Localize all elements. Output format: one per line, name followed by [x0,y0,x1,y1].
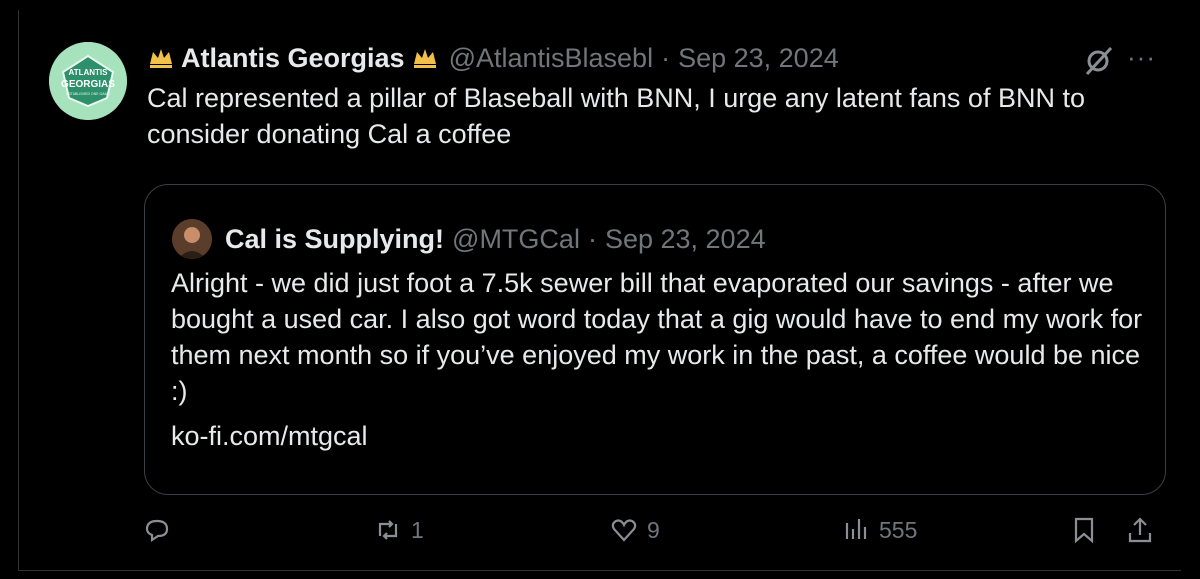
quoted-link[interactable]: ko-fi.com/mtgcal [171,421,368,452]
repost-button[interactable]: 1 [373,510,424,550]
quoted-author-avatar[interactable] [172,219,212,259]
person-photo-icon [172,219,212,259]
heart-icon [611,519,637,542]
quoted-tweet[interactable]: Cal is Supplying! @MTGCal · Sep 23, 2024… [144,184,1166,495]
crown-icon [150,49,172,68]
share-button[interactable] [1125,510,1155,550]
author-name[interactable]: Atlantis Georgias [181,43,405,74]
quoted-text: Alright - we did just foot a 7.5k sewer … [171,268,1143,406]
avatar-text-small: ESTABLISHED ONE GAME [66,92,110,96]
bookmark-button[interactable] [1069,510,1099,550]
quoted-author-name[interactable]: Cal is Supplying! [225,224,444,255]
quoted-date[interactable]: Sep 23, 2024 [605,224,766,255]
author-avatar[interactable]: ATLANTIS GEORGIAS ESTABLISHED ONE GAME [49,42,127,120]
tweet-text: Cal represented a pillar of Blaseball wi… [147,83,1085,149]
more-options-icon[interactable]: ··· [1127,44,1161,70]
avatar-text-main: GEORGIAS [61,79,115,90]
quoted-author-handle[interactable]: @MTGCal [452,224,580,255]
quoted-header: Cal is Supplying! @MTGCal · Sep 23, 2024 [225,221,766,257]
tweet-date[interactable]: Sep 23, 2024 [678,43,839,74]
reply-button[interactable] [142,510,180,550]
tweet-header: Atlantis Georgias @AtlantisBlasebl · Sep… [147,40,839,76]
views-button[interactable]: 555 [841,510,917,550]
like-button[interactable]: 9 [609,510,660,550]
grok-icon[interactable] [1081,44,1115,78]
reply-icon [145,519,169,543]
separator-dot: · [661,42,671,73]
analytics-icon [845,519,867,539]
separator-dot: · [587,223,597,254]
bookmark-icon [1074,517,1094,544]
crown-icon [413,49,436,68]
tweet-card[interactable]: ATLANTIS GEORGIAS ESTABLISHED ONE GAME A… [18,10,1181,571]
avatar-text-top: ATLANTIS [69,68,109,77]
repost-count: 1 [411,516,424,543]
atlantis-logo-icon: ATLANTIS GEORGIAS ESTABLISHED ONE GAME [49,42,127,120]
view-count: 555 [879,516,918,543]
author-handle[interactable]: @AtlantisBlasebl [449,43,654,74]
repost-icon [378,520,398,540]
share-icon [1128,517,1152,543]
action-bar: 1 9 555 [19,510,1181,570]
like-count: 9 [647,516,660,543]
